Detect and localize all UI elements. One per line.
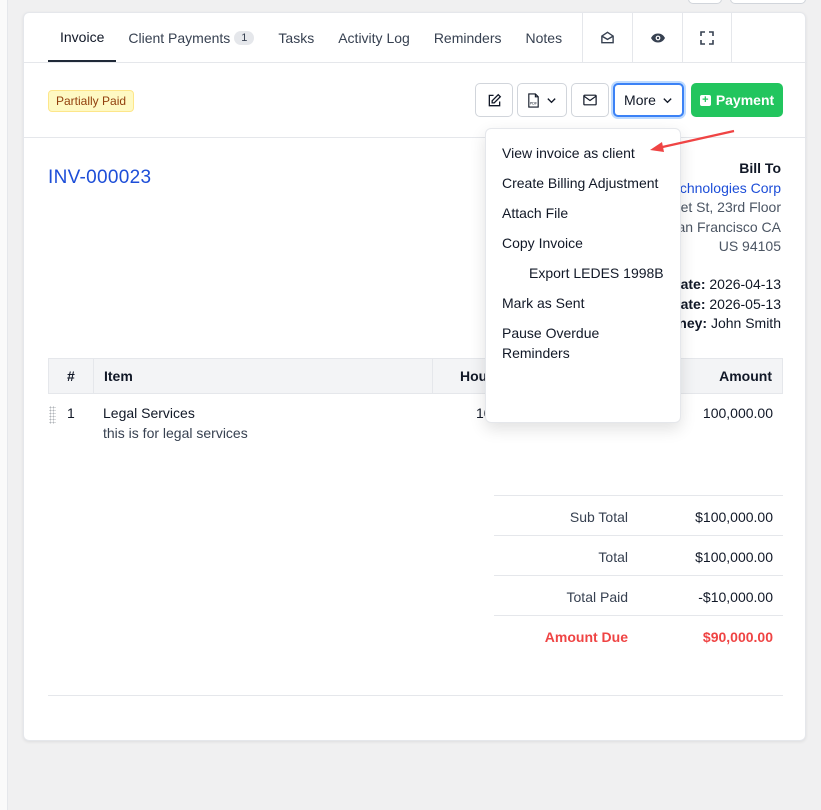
invoice-toolbar: Partially Paid PDF More + Payment bbox=[24, 63, 807, 138]
tab-label: Tasks bbox=[278, 29, 315, 46]
tab-count-badge: 1 bbox=[234, 30, 255, 45]
add-payment-button[interactable]: + Payment bbox=[691, 83, 783, 117]
sub-total-row: Sub Total $100,000.00 bbox=[494, 495, 783, 535]
footer-divider bbox=[48, 695, 783, 696]
totals-block: Sub Total $100,000.00 Total $100,000.00 … bbox=[494, 495, 783, 655]
amount-due-row: Amount Due $90,000.00 bbox=[494, 615, 783, 655]
preview-tab[interactable] bbox=[632, 13, 682, 62]
eye-icon bbox=[650, 33, 665, 42]
total-label: Total bbox=[598, 549, 628, 565]
tab-label: Notes bbox=[525, 29, 563, 46]
address-line: US 94105 bbox=[718, 238, 781, 254]
annotation-arrow-icon bbox=[650, 129, 735, 152]
edit-button[interactable] bbox=[475, 83, 513, 117]
mail-icon bbox=[583, 94, 597, 106]
more-dropdown-menu: View invoice as client Create Billing Ad… bbox=[485, 128, 681, 423]
fullscreen-tab[interactable] bbox=[682, 13, 733, 62]
item-amount: 100,000.00 bbox=[702, 405, 773, 421]
column-header-item: Item bbox=[104, 368, 133, 384]
bill-to-block: Bill To chnologies Corp et St, 23rd Floo… bbox=[678, 159, 781, 257]
menu-item-mark-as-sent[interactable]: Mark as Sent bbox=[486, 289, 680, 319]
pdf-dropdown-button[interactable]: PDF bbox=[517, 83, 567, 117]
tab-notes[interactable]: Notes bbox=[514, 13, 575, 62]
item-description: this is for legal services bbox=[103, 425, 248, 441]
invoice-number: INV-000023 bbox=[48, 167, 152, 188]
due-date-label: ate: bbox=[680, 295, 706, 312]
pdf-icon: PDF bbox=[528, 92, 539, 108]
client-name-link[interactable]: chnologies Corp bbox=[678, 179, 781, 199]
menu-item-attach-file[interactable]: Attach File bbox=[486, 199, 680, 229]
tab-activity-log[interactable]: Activity Log bbox=[326, 13, 422, 62]
due-date-row: ate: 2026-05-13 bbox=[678, 295, 781, 315]
column-header-amount: Amount bbox=[719, 368, 772, 384]
svg-text:PDF: PDF bbox=[530, 101, 537, 105]
chevron-down-icon bbox=[547, 97, 556, 103]
total-value: $100,000.00 bbox=[695, 549, 773, 565]
envelope-open-tab[interactable] bbox=[582, 13, 632, 62]
chevron-down-icon bbox=[663, 97, 672, 103]
address-line: an Francisco CA bbox=[677, 218, 781, 235]
menu-item-export-ledes[interactable]: Export LEDES 1998B bbox=[486, 259, 680, 289]
tab-label: Reminders bbox=[433, 29, 502, 46]
item-name: Legal Services bbox=[103, 405, 195, 421]
expand-icon bbox=[700, 30, 714, 45]
top-stub-button[interactable] bbox=[730, 0, 806, 4]
plus-icon: + bbox=[699, 94, 711, 106]
attorney-row: ney: John Smith bbox=[678, 314, 781, 334]
column-divider bbox=[93, 359, 94, 393]
top-stub-button[interactable] bbox=[688, 0, 722, 4]
amount-due-label: Amount Due bbox=[544, 629, 628, 645]
envelope-open-icon bbox=[601, 31, 614, 44]
total-row: Total $100,000.00 bbox=[494, 535, 783, 575]
drag-handle-icon[interactable] bbox=[49, 406, 56, 424]
menu-item-pause-overdue-reminders[interactable]: Pause Overdue Reminders bbox=[486, 319, 680, 369]
menu-item-create-billing-adjustment[interactable]: Create Billing Adjustment bbox=[486, 169, 680, 199]
total-paid-row: Total Paid -$10,000.00 bbox=[494, 575, 783, 615]
row-number: 1 bbox=[67, 405, 75, 421]
total-paid-label: Total Paid bbox=[566, 589, 628, 605]
more-label: More bbox=[624, 92, 656, 108]
tab-label: Activity Log bbox=[338, 29, 410, 46]
edit-icon bbox=[488, 93, 501, 106]
left-rail bbox=[0, 0, 8, 810]
amount-due-value: $90,000.00 bbox=[702, 629, 773, 645]
attorney-label: ney: bbox=[678, 315, 708, 331]
menu-item-copy-invoice[interactable]: Copy Invoice bbox=[486, 229, 680, 259]
issue-date-row: ate: 2026-04-13 bbox=[678, 275, 781, 295]
address-line: et St, 23rd Floor bbox=[680, 199, 781, 215]
tab-label: Client Payments bbox=[128, 29, 231, 46]
tab-label: Invoice bbox=[60, 28, 105, 45]
tab-reminders[interactable]: Reminders bbox=[422, 13, 514, 62]
tab-client-payments[interactable]: Client Payments 1 bbox=[116, 13, 266, 62]
sub-total-value: $100,000.00 bbox=[695, 509, 773, 525]
issue-date-value: 2026-04-13 bbox=[709, 276, 781, 292]
tab-invoice[interactable]: Invoice bbox=[48, 13, 117, 62]
invoice-card: Invoice Client Payments 1 Tasks Activity… bbox=[23, 12, 807, 741]
column-divider bbox=[432, 359, 433, 393]
more-button[interactable]: More bbox=[613, 83, 684, 117]
due-date-value: 2026-05-13 bbox=[709, 295, 781, 312]
bill-to-title: Bill To bbox=[739, 160, 781, 176]
email-button[interactable] bbox=[571, 83, 609, 117]
total-paid-value: -$10,000.00 bbox=[698, 589, 773, 605]
sub-total-label: Sub Total bbox=[569, 509, 628, 525]
payment-label: Payment bbox=[715, 92, 775, 108]
attorney-value: John Smith bbox=[710, 315, 781, 331]
invoice-dates: ate: 2026-04-13 ate: 2026-05-13 ney: Joh… bbox=[678, 275, 781, 334]
column-header-hours: Hou bbox=[460, 368, 488, 384]
tab-tasks[interactable]: Tasks bbox=[266, 13, 326, 62]
status-badge: Partially Paid bbox=[48, 90, 135, 112]
tab-bar: Invoice Client Payments 1 Tasks Activity… bbox=[24, 13, 807, 63]
issue-date-label: ate: bbox=[680, 276, 706, 292]
column-header-number: # bbox=[67, 368, 75, 384]
